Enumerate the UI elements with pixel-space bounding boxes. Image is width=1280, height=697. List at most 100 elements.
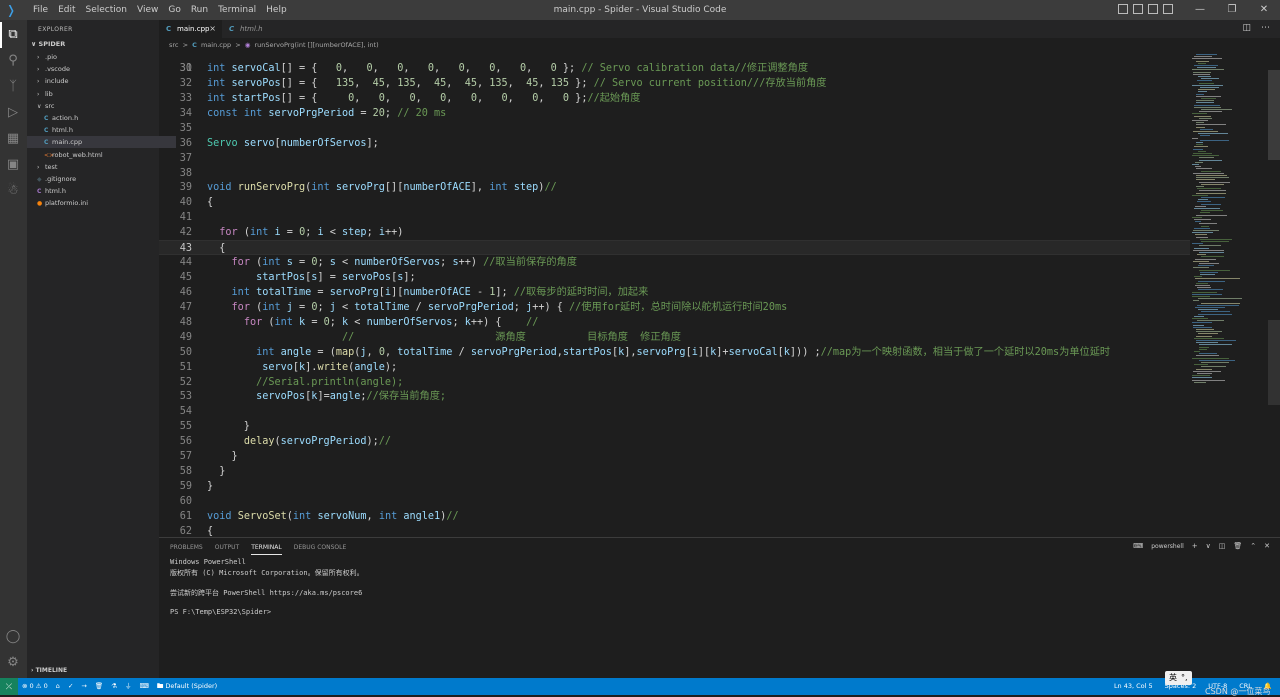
minimap-line [1194, 219, 1211, 220]
code-text: for (int j = 0; j < totalTime / servoPrg… [231, 301, 788, 313]
minimap-line [1196, 179, 1215, 181]
code-line: 46 int totalTime = servoPrg[i][numberOfA… [159, 285, 1190, 300]
new-terminal-icon[interactable]: + [1192, 542, 1198, 550]
menu-selection[interactable]: Selection [81, 0, 132, 20]
accounts-icon[interactable]: ◯ [4, 628, 22, 646]
line-number: 41 [179, 212, 192, 224]
extensions-icon[interactable]: ▦ [4, 130, 22, 148]
minimap-line [1192, 322, 1212, 324]
tab-problems[interactable]: PROBLEMS [170, 544, 203, 555]
minimap-line [1193, 148, 1203, 150]
menu-file[interactable]: File [28, 0, 53, 20]
minimize-icon[interactable]: — [1184, 0, 1216, 20]
chevron-down-icon: ∨ [31, 40, 39, 48]
tree-item[interactable]: › include [37, 75, 69, 87]
menu-run[interactable]: Run [186, 0, 213, 20]
menu-edit[interactable]: Edit [53, 0, 80, 20]
pio-build-icon[interactable]: ✓ [68, 678, 73, 695]
code-line: 35 [159, 121, 1190, 136]
tree-item[interactable]: ∨ src [37, 100, 55, 112]
breadcrumb-folder[interactable]: src [169, 41, 179, 49]
menu-terminal[interactable]: Terminal [213, 0, 261, 20]
remote-indicator-icon[interactable]: ⤫ [0, 678, 18, 695]
ime-indicator[interactable]: 英 °, [1165, 671, 1192, 685]
close-window-icon[interactable]: ✕ [1248, 0, 1280, 20]
remote-explorer-icon[interactable]: ▣ [4, 156, 22, 174]
breadcrumb-file[interactable]: main.cpp [201, 41, 231, 49]
tab-output[interactable]: OUTPUT [215, 544, 239, 555]
pio-test-icon[interactable]: ⚗ [111, 678, 117, 695]
tree-item[interactable]: › lib [37, 88, 53, 100]
breadcrumb-symbol[interactable]: runServoPrg(int [][numberOfACE], int) [254, 41, 378, 49]
platformio-icon[interactable]: ☃ [4, 182, 22, 200]
maximize-panel-icon[interactable]: ⌃ [1250, 542, 1256, 550]
split-editor-icon[interactable]: ◫ [1242, 23, 1251, 33]
code-line: 48 for (int k = 0; k < numberOfServos; k… [159, 315, 1190, 330]
toggle-secondary-sidebar-icon[interactable] [1148, 4, 1158, 14]
source-control-icon[interactable]: ᛉ [4, 78, 22, 96]
tree-item[interactable]: › test [37, 161, 57, 173]
restore-icon[interactable]: ❐ [1216, 0, 1248, 20]
tree-item[interactable]: <>robot_web.html [44, 149, 103, 161]
menu-view[interactable]: View [132, 0, 163, 20]
tree-item[interactable]: Chtml.h [44, 124, 73, 136]
toggle-panel-icon[interactable] [1133, 4, 1143, 14]
pio-clean-icon[interactable]: 🗑 [95, 678, 103, 695]
editor-scrollbar[interactable] [1268, 52, 1280, 537]
tree-item-label: .vscode [45, 65, 70, 74]
code-text: } [207, 451, 238, 463]
pio-terminal-icon[interactable]: ⌨ [139, 678, 148, 695]
tree-item[interactable]: › .vscode [37, 63, 70, 75]
split-terminal-icon[interactable]: ◫ [1219, 542, 1226, 550]
trash-icon[interactable]: 🗑 [1233, 542, 1242, 550]
code-editor[interactable]: 30 31 int servoCal[] = { 0, 0, 0, 0, 0, 0… [159, 52, 1190, 537]
cursor-position[interactable]: Ln 43, Col 5 [1114, 678, 1153, 695]
tree-item[interactable]: ● platformio.ini [37, 197, 88, 209]
minimap-line [1192, 194, 1208, 196]
tree-item[interactable]: ◆ .gitignore [37, 173, 76, 185]
workspace-root[interactable]: ∨ SPIDER [31, 40, 65, 48]
toggle-sidebar-icon[interactable] [1118, 4, 1128, 14]
customize-layout-icon[interactable] [1163, 4, 1173, 14]
menu-go[interactable]: Go [163, 0, 185, 20]
settings-gear-icon[interactable]: ⚙ [4, 654, 22, 672]
code-text: { [207, 243, 226, 255]
scrollbar-thumb[interactable] [1268, 70, 1280, 160]
code-line: 34 const int servoPrgPeriod = 20; // 20 m… [159, 106, 1190, 121]
pio-monitor-icon[interactable]: ⏚ [125, 678, 132, 695]
pio-env-switcher[interactable]: 🖿 Default (Spider) [157, 678, 217, 695]
terminal-line: 版权所有 (C) Microsoft Corporation。保留所有权利。 [170, 569, 364, 577]
run-debug-icon[interactable]: ▷ [4, 104, 22, 122]
timeline-section[interactable]: › TIMELINE [31, 667, 67, 674]
minimap-line [1193, 324, 1204, 326]
tree-item[interactable]: › .pio [37, 51, 57, 63]
tab-html-h[interactable]: C html.h [222, 20, 282, 38]
menu-help[interactable]: Help [261, 0, 292, 20]
chevron-down-icon[interactable]: ∨ [1206, 542, 1211, 550]
tree-item[interactable]: Caction.h [44, 112, 78, 124]
explorer-icon[interactable]: ⧉ [0, 22, 22, 48]
minimap-line [1196, 177, 1229, 179]
tab-debug-console[interactable]: DEBUG CONSOLE [294, 544, 347, 555]
tab-terminal[interactable]: TERMINAL [251, 544, 282, 555]
search-icon[interactable]: ⚲ [4, 52, 22, 70]
tab-main-cpp[interactable]: C main.cpp × [159, 20, 222, 38]
folder-icon: 🖿 [156, 682, 164, 690]
close-tab-icon[interactable]: × [209, 20, 216, 38]
minimap[interactable] [1190, 52, 1268, 537]
more-actions-icon[interactable]: ⋯ [1261, 23, 1270, 33]
pio-home-icon[interactable]: ⌂ [56, 678, 60, 695]
minimap-line [1200, 87, 1219, 88]
shell-selector[interactable]: powershell [1151, 543, 1184, 550]
close-panel-icon[interactable]: ✕ [1264, 542, 1270, 550]
problems-status[interactable]: ⊗ 0 ⚠ 0 [22, 678, 48, 695]
minimap-line [1201, 203, 1221, 205]
minimap-line [1199, 359, 1235, 361]
minimap-line [1192, 232, 1213, 234]
scrollbar-highlight [1268, 320, 1280, 405]
minimap-line [1201, 98, 1216, 99]
git-file-icon: ◆ [37, 176, 42, 183]
tree-item[interactable]: Chtml.h [37, 185, 66, 197]
pio-upload-icon[interactable]: → [81, 678, 86, 695]
tree-item[interactable]: Cmain.cpp [27, 136, 176, 149]
